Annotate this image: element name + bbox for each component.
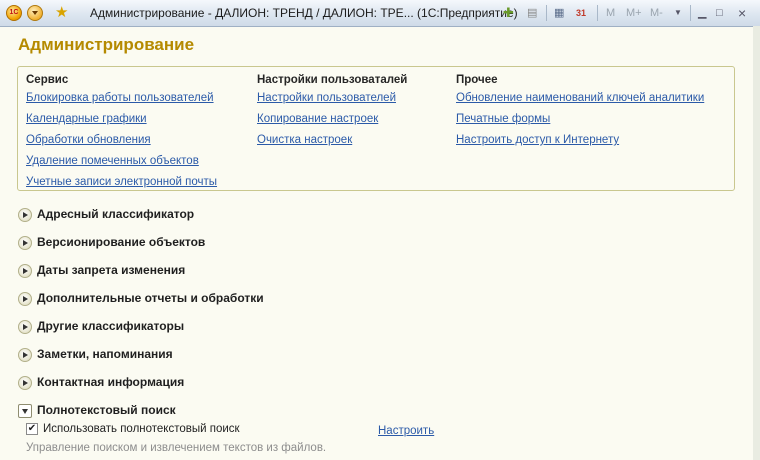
section-label: Адресный классификатор (37, 207, 195, 221)
use-fulltext-label[interactable]: Использовать полнотекстовый поиск (43, 423, 240, 435)
service-column: Сервис Блокировка работы пользователей К… (26, 72, 217, 193)
add-favorite-icon[interactable]: ✚ (503, 6, 514, 20)
close-icon[interactable]: × (738, 5, 746, 21)
page-title: Администрирование (18, 35, 195, 54)
expand-arrow-icon[interactable] (18, 208, 32, 222)
link-calendars[interactable]: Календарные графики (26, 109, 217, 130)
fulltext-hint: Управление поиском и извлечением текстов… (26, 442, 327, 454)
use-fulltext-checkbox[interactable]: ✔ (26, 423, 38, 435)
minimize-icon[interactable]: ▁ (698, 6, 706, 20)
link-internet-access[interactable]: Настроить доступ к Интернету (456, 130, 704, 151)
calculator-icon[interactable]: ▦ (554, 6, 564, 20)
other-header: Прочее (456, 74, 498, 86)
1c-logo-icon[interactable]: 1С (6, 5, 22, 21)
link-print-forms[interactable]: Печатные формы (456, 109, 704, 130)
link-email-accounts[interactable]: Учетные записи электронной почты (26, 172, 217, 193)
main-window: 1С ★ Администрирование - ДАЛИОН: ТРЕНД /… (0, 0, 760, 460)
link-copy-settings[interactable]: Копирование настроек (257, 109, 407, 130)
vertical-scrollbar[interactable] (753, 26, 760, 460)
link-delete-marked[interactable]: Удаление помеченных объектов (26, 151, 217, 172)
copy-link-icon[interactable]: ▤ (527, 6, 537, 20)
link-update-handlers[interactable]: Обработки обновления (26, 130, 217, 151)
section-label: Дополнительные отчеты и обработки (37, 291, 264, 305)
calendar-icon[interactable]: 31 (576, 6, 586, 20)
main-menu-button[interactable] (27, 5, 43, 21)
section-label: Другие классификаторы (37, 319, 185, 333)
toolbar-separator (546, 5, 547, 21)
favorites-star-icon[interactable]: ★ (55, 5, 71, 21)
expand-arrow-icon[interactable] (18, 264, 32, 278)
memory-plus-button[interactable]: M+ (626, 6, 642, 20)
section-label: Заметки, напоминания (37, 347, 173, 361)
toolbar-separator (690, 5, 691, 21)
setup-fulltext-link[interactable]: Настроить (378, 425, 434, 437)
other-column: Прочее Обновление наименований ключей ан… (456, 72, 704, 151)
collapse-arrow-icon[interactable] (18, 404, 32, 418)
maximize-icon[interactable]: □ (716, 6, 723, 20)
link-user-settings[interactable]: Настройки пользователей (257, 88, 407, 109)
admin-links-group: Сервис Блокировка работы пользователей К… (17, 66, 735, 191)
link-clear-settings[interactable]: Очистка настроек (257, 130, 407, 151)
user-settings-header: Настройки пользоваталей (257, 74, 408, 86)
section-label: Версионирование объектов (37, 235, 206, 249)
toolbar-separator (597, 5, 598, 21)
expand-arrow-icon[interactable] (18, 320, 32, 334)
expand-arrow-icon[interactable] (18, 292, 32, 306)
chevron-down-icon[interactable]: ▼ (674, 6, 682, 20)
expand-arrow-icon[interactable] (18, 236, 32, 250)
service-header: Сервис (26, 74, 69, 86)
memory-minus-button[interactable]: M- (650, 6, 663, 20)
memory-m-button[interactable]: M (606, 6, 615, 20)
section-label: Даты запрета изменения (37, 263, 186, 277)
expand-arrow-icon[interactable] (18, 348, 32, 362)
title-bar: 1С ★ Администрирование - ДАЛИОН: ТРЕНД /… (0, 0, 760, 27)
window-title: Администрирование - ДАЛИОН: ТРЕНД / ДАЛИ… (90, 6, 518, 20)
expand-arrow-icon[interactable] (18, 376, 32, 390)
section-label: Контактная информация (37, 375, 185, 389)
link-users-lock[interactable]: Блокировка работы пользователей (26, 88, 217, 109)
link-update-key-names[interactable]: Обновление наименований ключей аналитики (456, 88, 704, 109)
user-settings-column: Настройки пользоваталей Настройки пользо… (257, 72, 407, 151)
section-label: Полнотекстовый поиск (37, 403, 176, 417)
